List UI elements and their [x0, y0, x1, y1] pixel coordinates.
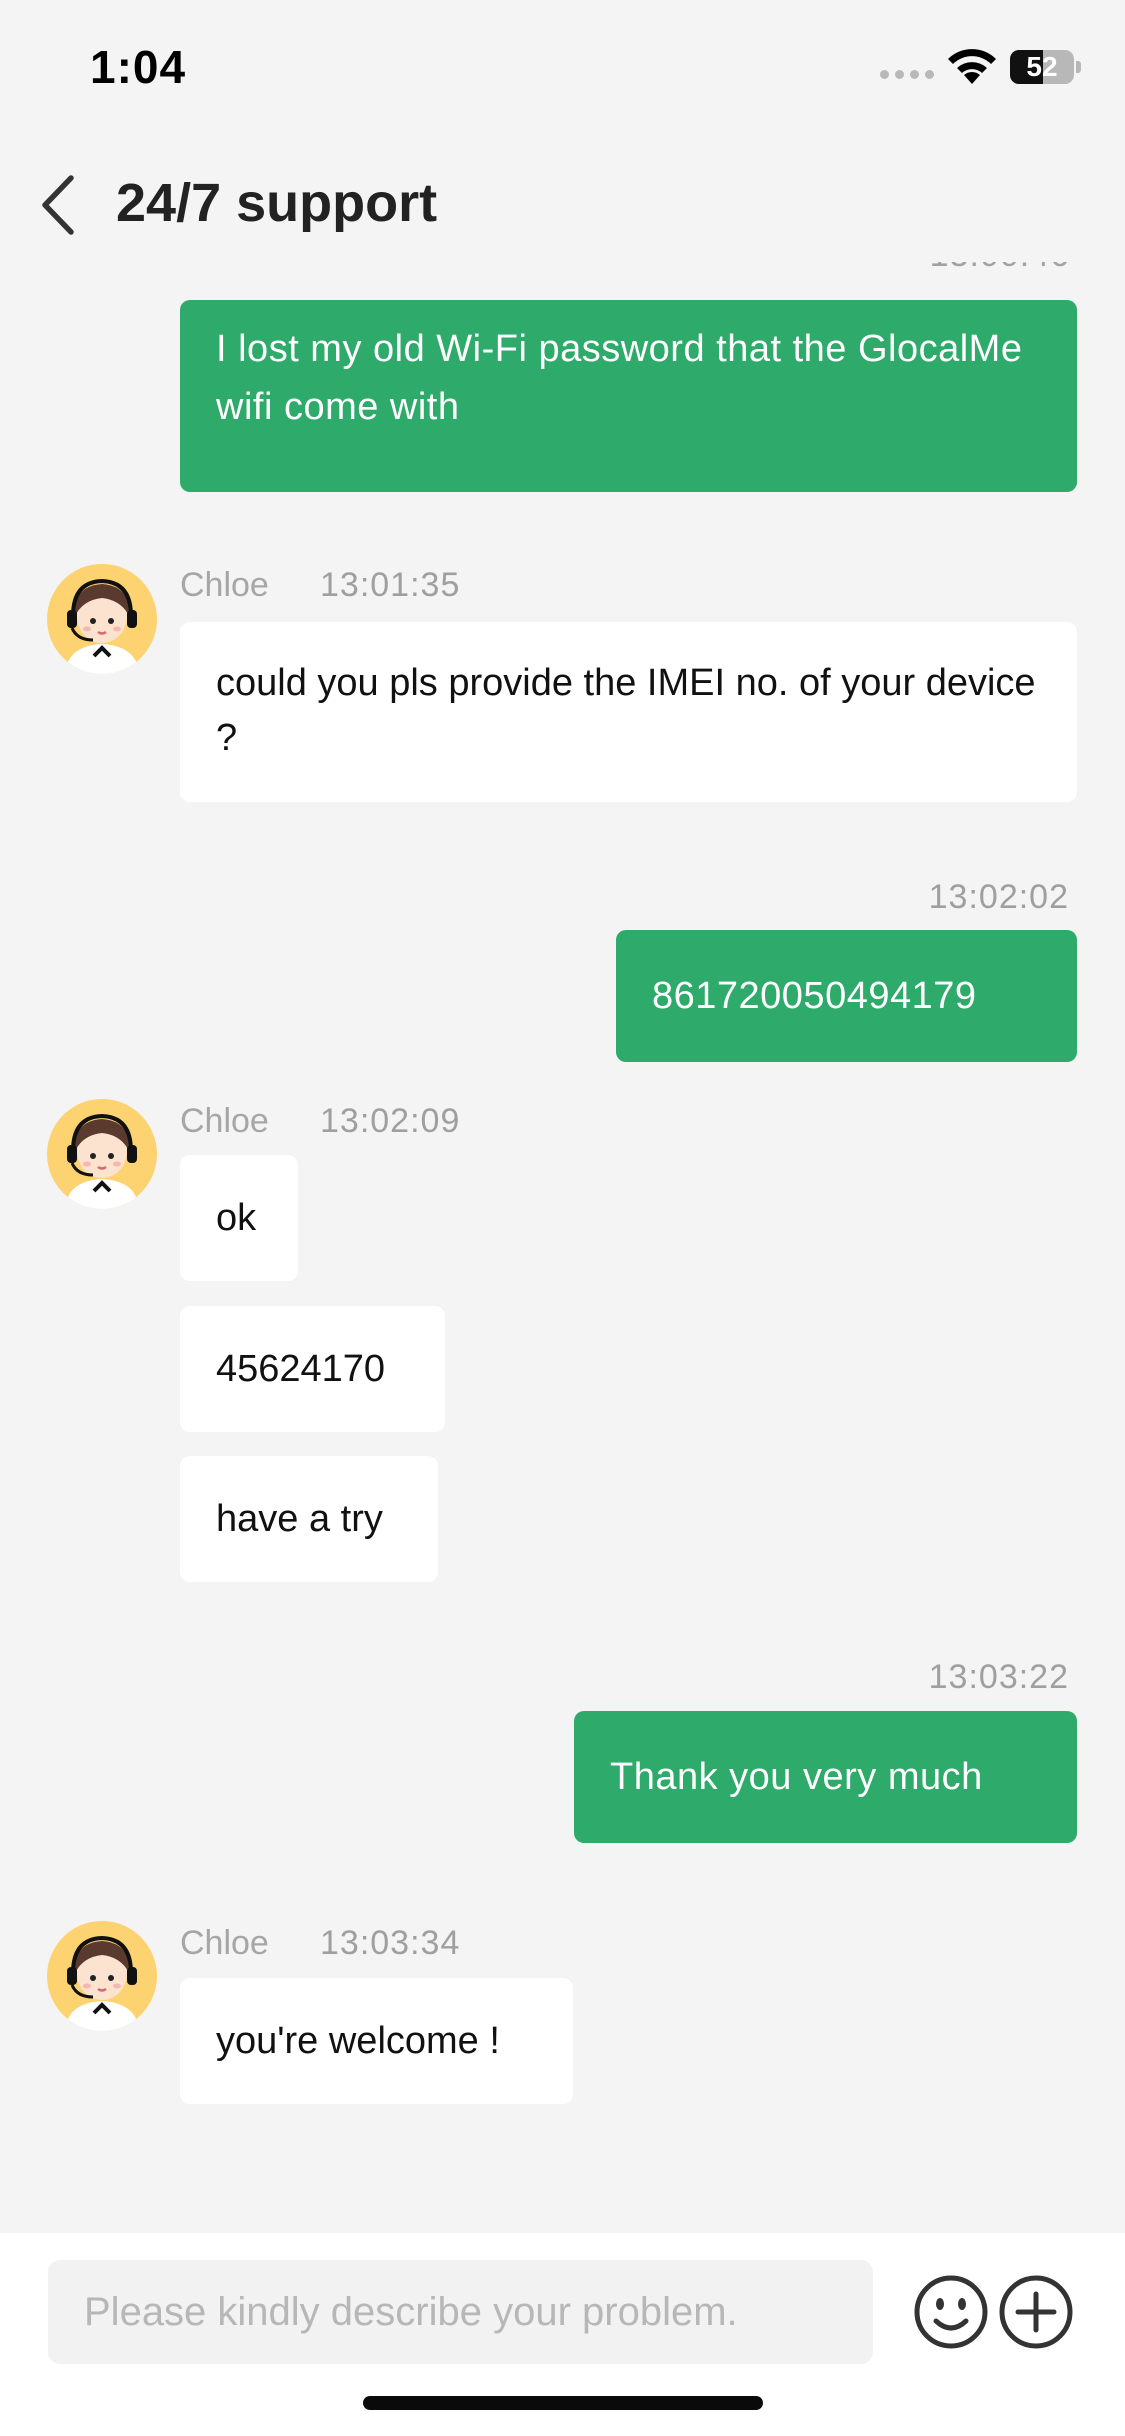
agent-avatar [47, 1099, 157, 1209]
incoming-message-bubble[interactable]: could you pls provide the IMEI no. of yo… [180, 622, 1077, 802]
chat-message-list[interactable]: 13:00:46 I lost my old Wi-Fi password th… [0, 262, 1125, 2232]
incoming-message-bubble[interactable]: 45624170 [180, 1306, 445, 1432]
battery-icon: 52 [1010, 50, 1081, 84]
incoming-message-bubble[interactable]: you're welcome ! [180, 1978, 573, 2104]
battery-percent: 52 [1026, 51, 1058, 82]
support-agent-icon [65, 1113, 139, 1209]
nav-header: 24/7 support [0, 150, 1125, 260]
chevron-left-icon[interactable] [35, 170, 85, 240]
sender-name: Chloe [180, 566, 269, 604]
message-timestamp: 13:02:09 [320, 1102, 461, 1140]
outgoing-message-bubble[interactable]: Thank you very much [574, 1711, 1077, 1843]
page-title: 24/7 support [116, 173, 438, 233]
message-timestamp: 13:02:02 [928, 878, 1069, 916]
sender-name: Chloe [180, 1102, 269, 1140]
message-input[interactable] [48, 2260, 873, 2364]
status-bar: 1:04 52 [0, 0, 1125, 135]
support-agent-icon [65, 578, 139, 674]
message-timestamp: 13:03:34 [320, 1924, 461, 1962]
incoming-message-bubble[interactable]: have a try [180, 1456, 438, 1582]
agent-avatar [47, 564, 157, 674]
message-timestamp: 13:00:46 [930, 262, 1070, 275]
agent-avatar [47, 1921, 157, 2031]
wifi-icon [948, 49, 996, 84]
status-time: 1:04 [90, 41, 187, 93]
outgoing-message-bubble[interactable]: I lost my old Wi-Fi password that the Gl… [180, 300, 1077, 492]
home-indicator[interactable] [363, 2396, 763, 2410]
sender-name: Chloe [180, 1924, 269, 1962]
cellular-signal-icon [880, 70, 934, 79]
incoming-message-bubble[interactable]: ok [180, 1155, 298, 1281]
outgoing-message-bubble[interactable]: 861720050494179 [616, 930, 1077, 1062]
message-timestamp: 13:01:35 [320, 566, 461, 604]
emoji-icon[interactable] [912, 2273, 990, 2351]
message-timestamp: 13:03:22 [928, 1658, 1069, 1696]
plus-circle-icon[interactable] [997, 2273, 1075, 2351]
support-agent-icon [65, 1935, 139, 2031]
